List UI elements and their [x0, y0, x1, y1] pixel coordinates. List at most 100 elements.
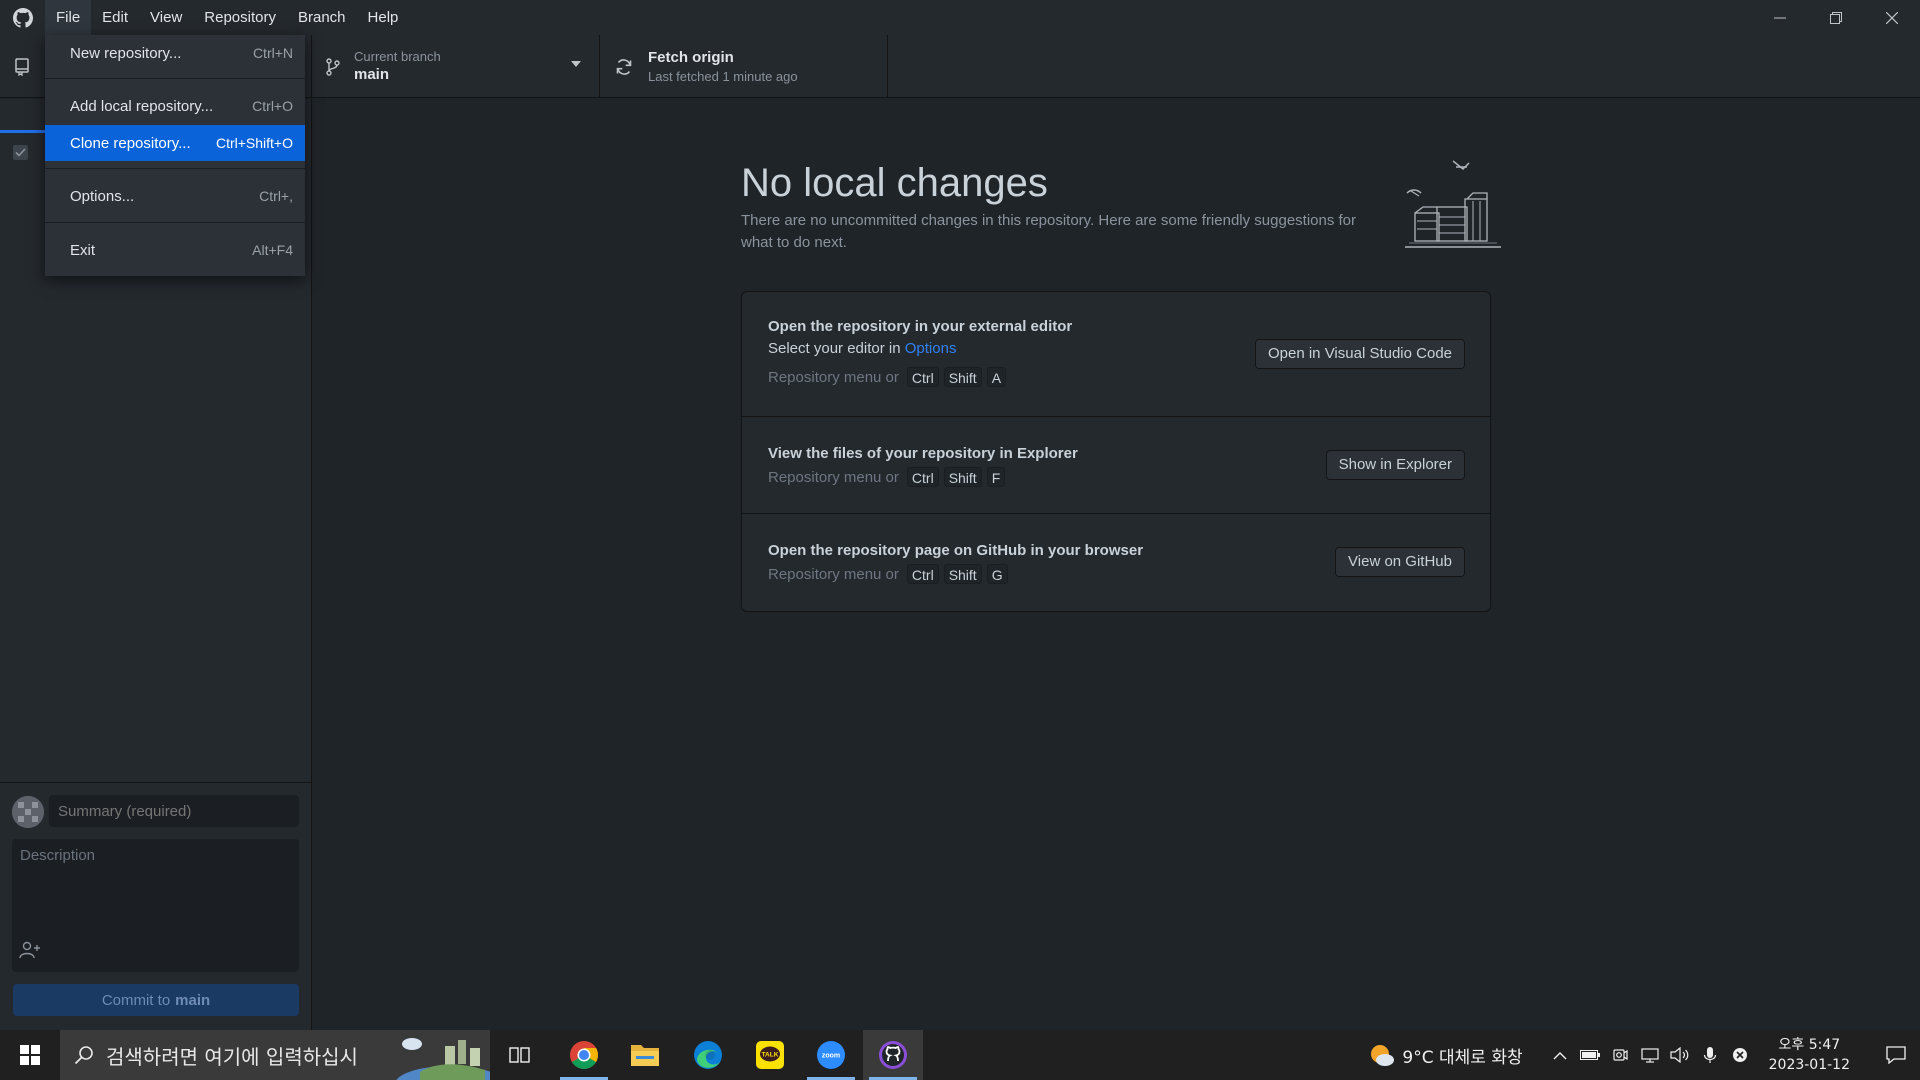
- kbd-key: Ctrl: [906, 467, 939, 487]
- menu-view[interactable]: View: [139, 0, 193, 35]
- battery-tray-button[interactable]: [1575, 1030, 1605, 1080]
- view-on-github-button[interactable]: View on GitHub: [1335, 547, 1465, 577]
- taskbar: 검색하려면 여기에 입력하십시 TALK zoom 9°C 대체로 화창 오후 …: [0, 1030, 1920, 1080]
- commit-summary-input[interactable]: [49, 795, 299, 827]
- menu-item-clone-repository[interactable]: Clone repository... Ctrl+Shift+O: [45, 125, 305, 161]
- volume-tray-button[interactable]: [1665, 1030, 1695, 1080]
- current-branch-dropdown[interactable]: Current branch main: [312, 35, 600, 98]
- github-logo-icon: [0, 0, 45, 35]
- description-placeholder: Description: [20, 847, 96, 864]
- restore-button[interactable]: [1808, 0, 1864, 35]
- menu-item-options[interactable]: Options... Ctrl+,: [45, 178, 305, 214]
- close-circle-icon: [1732, 1048, 1747, 1062]
- suggestion-title: View the files of your repository in Exp…: [768, 445, 1078, 462]
- check-icon: [15, 148, 26, 157]
- sync-icon: [616, 58, 632, 75]
- svg-text:TALK: TALK: [762, 1052, 779, 1059]
- suggestion-card-github: Open the repository page on GitHub in yo…: [742, 514, 1490, 611]
- microphone-tray-button[interactable]: [1695, 1030, 1725, 1080]
- search-highlight-illustration-icon: [396, 1038, 490, 1080]
- last-fetched-text: Last fetched 1 minute ago: [648, 69, 798, 84]
- kbd-key: Shift: [943, 564, 982, 584]
- taskbar-kakaotalk[interactable]: TALK: [740, 1030, 800, 1080]
- hint-text: Repository menu or: [768, 368, 899, 386]
- menu-separator: [45, 168, 305, 169]
- camera-icon: [1613, 1049, 1628, 1061]
- menu-file[interactable]: File: [45, 0, 92, 35]
- menu-branch[interactable]: Branch: [287, 0, 357, 35]
- menu-item-exit[interactable]: Exit Alt+F4: [45, 232, 305, 268]
- kbd-key: G: [986, 564, 1008, 584]
- close-button[interactable]: [1864, 0, 1920, 35]
- suggestions-list: Open the repository in your external edi…: [741, 291, 1491, 612]
- menu-item-shortcut: Ctrl+O: [252, 98, 293, 114]
- taskbar-task-view[interactable]: [490, 1030, 550, 1080]
- menu-help[interactable]: Help: [357, 0, 410, 35]
- menu-repository[interactable]: Repository: [193, 0, 287, 35]
- current-branch-label: Current branch: [354, 49, 441, 64]
- menu-item-shortcut: Ctrl+N: [252, 45, 293, 61]
- menu-item-label: Add local repository...: [70, 97, 214, 115]
- commit-panel: Description Commit tomain: [0, 782, 311, 1030]
- hint-text: Repository menu or: [768, 565, 899, 583]
- menu-separator: [45, 222, 305, 223]
- suggestion-title: Open the repository page on GitHub in yo…: [768, 542, 1144, 559]
- search-placeholder: 검색하려면 여기에 입력하십시: [106, 1044, 358, 1069]
- file-menu-dropdown: New repository... Ctrl+N Add local repos…: [45, 35, 305, 276]
- weather-widget[interactable]: 9°C 대체로 화창: [1368, 1042, 1523, 1068]
- chevron-down-icon: [571, 61, 581, 67]
- chevron-up-icon: [1553, 1051, 1567, 1059]
- open-in-editor-button[interactable]: Open in Visual Studio Code: [1254, 339, 1465, 369]
- kbd-key: F: [986, 467, 1006, 487]
- network-tray-button[interactable]: [1635, 1030, 1665, 1080]
- commit-button-label: Commit to: [101, 991, 171, 1009]
- current-branch-name: main: [354, 66, 390, 83]
- taskbar-search-input[interactable]: 검색하려면 여기에 입력하십시: [60, 1030, 490, 1080]
- clock-date: 2023-01-12: [1768, 1057, 1850, 1073]
- menu-edit[interactable]: Edit: [91, 0, 139, 35]
- github-desktop-icon: [879, 1041, 907, 1069]
- zoom-icon: zoom: [817, 1041, 845, 1069]
- suggestion-card-explorer: View the files of your repository in Exp…: [742, 417, 1490, 514]
- repo-icon: [15, 57, 29, 76]
- speaker-icon: [1670, 1047, 1688, 1063]
- menu-item-add-local-repository[interactable]: Add local repository... Ctrl+O: [45, 88, 305, 124]
- taskbar-clock[interactable]: 오후 5:47 2023-01-12: [1769, 1035, 1850, 1075]
- kbd-key: A: [986, 367, 1007, 387]
- folder-icon: [631, 1045, 659, 1066]
- fetch-origin-button[interactable]: Fetch origin Last fetched 1 minute ago: [600, 35, 888, 98]
- windows-logo-icon: [20, 1045, 40, 1065]
- show-in-explorer-button[interactable]: Show in Explorer: [1325, 450, 1465, 480]
- commit-button[interactable]: Commit to main: [13, 984, 299, 1016]
- page-title: No local changes: [741, 161, 1048, 205]
- menu-item-shortcut: Alt+F4: [252, 242, 293, 258]
- commit-description-field[interactable]: Description: [12, 839, 299, 972]
- system-tray: 9°C 대체로 화창 오후 5:47 2023-01-12: [1368, 1030, 1920, 1080]
- suggestion-shortcut-hint: Repository menu or Ctrl Shift G: [768, 564, 1008, 584]
- taskbar-edge[interactable]: [678, 1030, 738, 1080]
- menu-item-new-repository[interactable]: New repository... Ctrl+N: [45, 35, 305, 71]
- show-hidden-icons-button[interactable]: [1545, 1030, 1575, 1080]
- status-tray-button[interactable]: [1725, 1030, 1755, 1080]
- title-bar: File Edit View Repository Branch Help: [0, 0, 1920, 35]
- start-button[interactable]: [0, 1030, 60, 1080]
- camera-tray-button[interactable]: [1605, 1030, 1635, 1080]
- add-coauthor-button[interactable]: [19, 941, 41, 963]
- main-panel: No local changes There are no uncommitte…: [313, 99, 1920, 1030]
- suggestion-shortcut-hint: Repository menu or Ctrl Shift F: [768, 467, 1006, 487]
- restore-icon: [1830, 11, 1842, 24]
- menu-item-shortcut: Ctrl+Shift+O: [215, 135, 293, 151]
- taskbar-github-desktop[interactable]: [863, 1030, 923, 1080]
- empty-state-illustration-icon: [1405, 160, 1501, 248]
- options-link[interactable]: Options: [905, 340, 957, 357]
- notification-center-button[interactable]: [1872, 1030, 1920, 1080]
- battery-icon: [1579, 1050, 1600, 1060]
- select-all-checkbox[interactable]: [13, 145, 28, 160]
- minimize-button[interactable]: [1752, 0, 1808, 35]
- identicon-icon: [12, 796, 44, 828]
- taskbar-zoom[interactable]: zoom: [801, 1030, 861, 1080]
- taskbar-file-explorer[interactable]: [615, 1030, 675, 1080]
- kbd-key: Ctrl: [906, 367, 939, 387]
- suggestion-card-editor: Open the repository in your external edi…: [742, 292, 1490, 417]
- taskbar-chrome[interactable]: [554, 1030, 614, 1080]
